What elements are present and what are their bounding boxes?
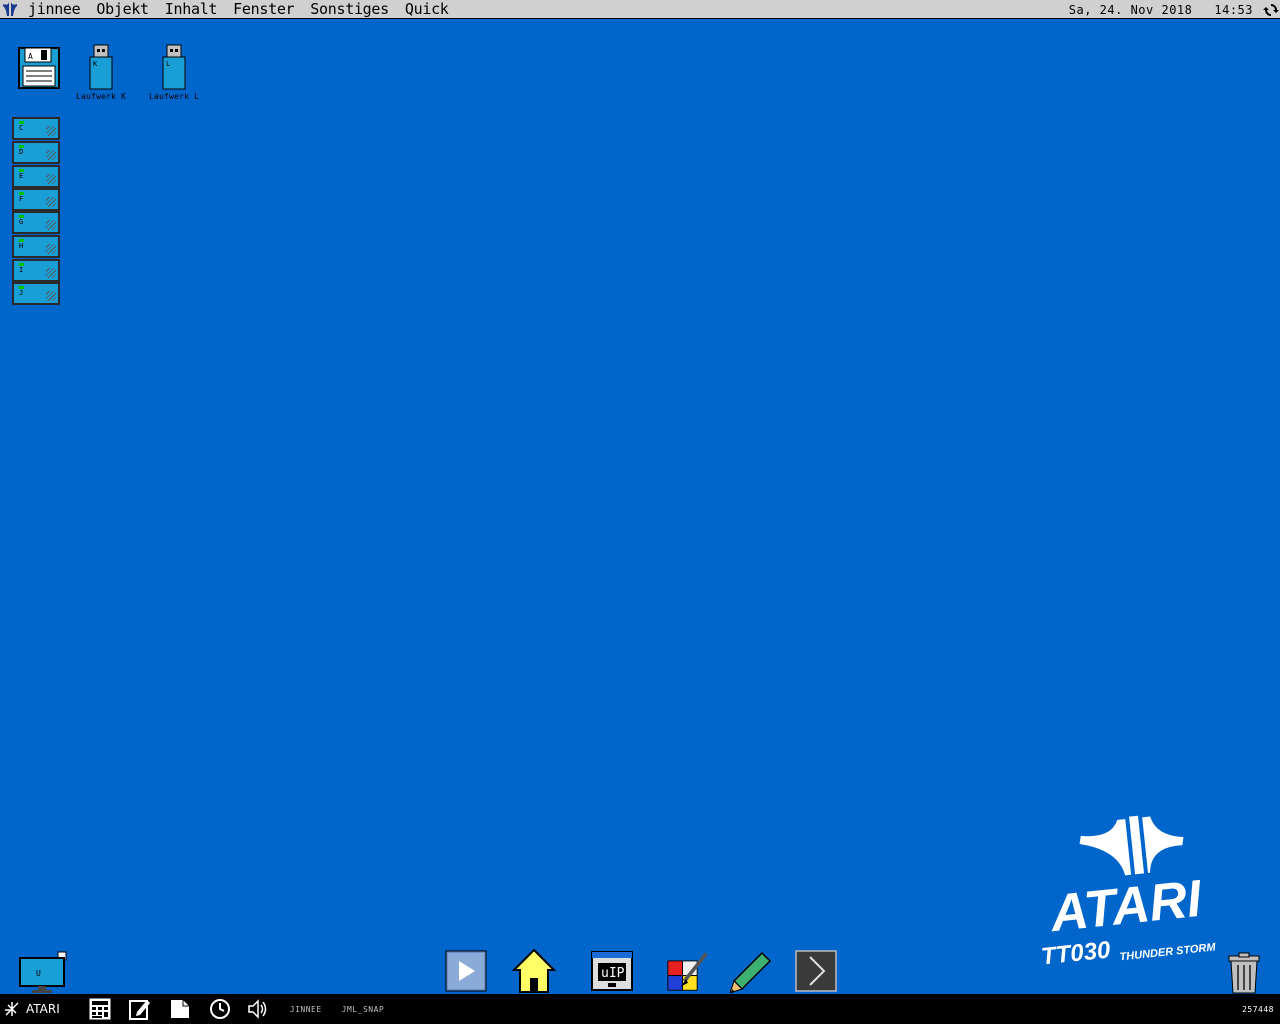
free-memory: 257448 <box>1242 1004 1274 1014</box>
trash-can[interactable] <box>1226 952 1262 994</box>
drive-vent <box>46 197 56 207</box>
file-icon <box>170 1000 189 1018</box>
chevron-right-icon <box>795 950 837 992</box>
atari-brand-text: ATARI <box>1046 870 1206 944</box>
usb-stick-icon: L <box>162 44 186 90</box>
drive-letter: G <box>19 218 24 226</box>
drive-letter: I <box>19 266 24 274</box>
speaker-icon <box>248 999 267 1019</box>
atari-edition-text: THUNDER STORM <box>1119 941 1217 963</box>
sync-icon[interactable] <box>1263 2 1279 18</box>
uip-icon: uIP <box>591 951 633 991</box>
drive-letter: C <box>19 124 24 132</box>
hard-drive-j[interactable]: J <box>12 282 60 305</box>
dock-play-button[interactable] <box>444 948 488 994</box>
atari-tt030-watermark: ATARI TT030 THUNDER STORM <box>1040 815 1217 971</box>
drive-vent <box>46 126 56 136</box>
pencil-icon <box>729 951 772 993</box>
usb-stick-icon: K <box>89 44 113 90</box>
hard-drive-f[interactable]: F <box>12 188 60 211</box>
taskbar-notes-button[interactable] <box>128 997 152 1021</box>
drive-vent <box>46 150 56 160</box>
menu-inhalt[interactable]: Inhalt <box>157 0 225 19</box>
floppy-icon: A <box>18 47 60 89</box>
hard-drive-i[interactable]: I <box>12 259 60 282</box>
taskbar-calculator-button[interactable] <box>88 997 112 1021</box>
atari-model-text: TT030 <box>1040 936 1112 970</box>
drive-letter: J <box>19 289 24 297</box>
menu-fenster[interactable]: Fenster <box>225 0 302 19</box>
monitor-letter: U <box>36 969 41 978</box>
menu-bar: jinnee Objekt Inhalt Fenster Sonstiges Q… <box>0 0 1280 19</box>
drive-letter: E <box>19 172 24 180</box>
start-button[interactable]: ATARI <box>4 1001 60 1017</box>
drive-letter: D <box>19 148 24 156</box>
drive-letter: F <box>19 195 24 203</box>
floppy-letter: A <box>28 52 33 61</box>
usb-drive-k[interactable]: K Laufwerk K <box>76 44 126 101</box>
paint-icon <box>667 952 708 991</box>
hard-drive-h[interactable]: H <box>12 235 60 258</box>
usb-drive-l[interactable]: L Laufwerk L <box>149 44 199 101</box>
taskbar: ATARI JINNEE JML_SNAP 257448 <box>0 994 1280 1024</box>
dock-paint-button[interactable] <box>666 948 710 994</box>
clock-icon <box>209 999 230 1019</box>
usb-k-label: Laufwerk K <box>76 92 127 101</box>
play-icon <box>445 950 487 992</box>
taskbar-app-jml-snap[interactable]: JML_SNAP <box>342 1005 385 1014</box>
dock-terminal-button[interactable] <box>794 948 838 994</box>
start-icon <box>5 1002 19 1016</box>
trash-icon <box>1228 952 1260 994</box>
monitor-icon: U <box>19 951 67 993</box>
drive-vent <box>46 268 56 278</box>
menu-quick[interactable]: Quick <box>397 0 457 19</box>
menu-sonstiges[interactable]: Sonstiges <box>302 0 397 19</box>
hard-drive-e[interactable]: E <box>12 165 60 188</box>
taskbar-app-jinnee[interactable]: JINNEE <box>290 1005 322 1014</box>
taskbar-clock-button[interactable] <box>208 997 232 1021</box>
atari-menu-icon[interactable] <box>0 0 20 18</box>
drive-vent <box>46 220 56 230</box>
taskbar-files-button[interactable] <box>168 997 192 1021</box>
menu-jinnee[interactable]: jinnee <box>20 0 88 19</box>
svg-text:uIP: uIP <box>601 966 625 981</box>
clock-date: Sa, 24. Nov 2018 <box>1068 2 1193 17</box>
dock-home-button[interactable] <box>512 948 556 994</box>
floppy-drive-a[interactable]: A <box>17 46 61 90</box>
drive-vent <box>46 291 56 301</box>
usb-l-label: Laufwerk L <box>149 92 200 101</box>
dock-editor-button[interactable] <box>728 948 772 994</box>
monitor-drive-u[interactable]: U <box>18 950 70 994</box>
taskbar-volume-button[interactable] <box>246 997 270 1021</box>
hard-drive-g[interactable]: G <box>12 211 60 234</box>
calculator-icon <box>89 998 111 1020</box>
drive-vent <box>46 174 56 184</box>
dock-uip-button[interactable]: uIP <box>590 948 634 994</box>
drive-letter: H <box>19 242 24 250</box>
edit-icon <box>128 1000 150 1020</box>
menu-objekt[interactable]: Objekt <box>88 0 156 19</box>
usb-l-letter: L <box>166 60 170 68</box>
hard-drive-d[interactable]: D <box>12 141 60 164</box>
hard-drive-c[interactable]: C <box>12 117 60 140</box>
start-label: ATARI <box>26 1002 60 1016</box>
drive-vent <box>46 244 56 254</box>
home-icon <box>512 948 556 993</box>
clock-time: 14:53 <box>1214 2 1253 17</box>
